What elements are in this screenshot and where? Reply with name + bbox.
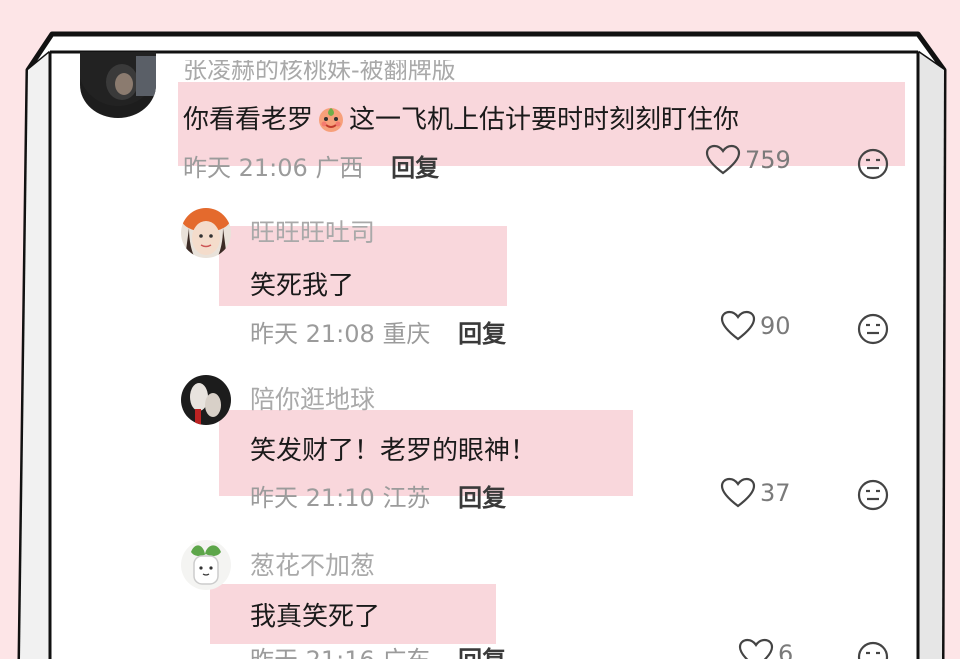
- comment-text-part: 你看看老罗: [183, 105, 314, 135]
- comic-panel-stage: 张凌赫的核桃妹-被翻牌版 你看看老罗 这一飞机上估计要时时刻刻盯住你 昨天 21:…: [0, 0, 960, 659]
- heart-icon: [720, 477, 756, 508]
- comment-location: 广东: [382, 646, 430, 659]
- comment-meta: 昨天 21:08 重庆 回复: [250, 314, 506, 349]
- heart-icon: [738, 638, 774, 659]
- comment-time: 昨天 21:08: [250, 320, 375, 348]
- comment-meta: 昨天 21:16 广东 回复: [250, 640, 506, 659]
- avatar[interactable]: [181, 375, 231, 425]
- comment-text-part: 这一飞机上估计要时时刻刻盯住你: [349, 105, 740, 135]
- like-button[interactable]: 759: [705, 144, 791, 176]
- meh-face-icon: [857, 313, 889, 345]
- comment-text: 你看看老罗 这一飞机上估计要时时刻刻盯住你: [183, 99, 739, 136]
- comment-text: 笑发财了！老罗的眼神！: [250, 436, 537, 466]
- avatar[interactable]: [80, 52, 156, 118]
- like-count: 90: [760, 312, 791, 340]
- reply-button[interactable]: 回复: [458, 646, 506, 659]
- reply-button[interactable]: 回复: [458, 484, 506, 512]
- comment-username[interactable]: 葱花不加葱: [250, 546, 375, 582]
- dislike-button[interactable]: [856, 312, 890, 346]
- meh-face-icon: [857, 479, 889, 511]
- avatar[interactable]: [181, 540, 231, 590]
- comment-time: 昨天 21:16: [250, 646, 375, 659]
- like-button[interactable]: 6: [738, 638, 793, 659]
- reply-button[interactable]: 回复: [391, 154, 439, 182]
- comment-username[interactable]: 旺旺旺吐司: [250, 213, 375, 249]
- meh-face-icon: [857, 148, 889, 180]
- comment-text: 我真笑死了: [250, 602, 381, 632]
- like-count: 759: [745, 146, 791, 174]
- like-count: 37: [760, 479, 791, 507]
- like-count: 6: [778, 640, 794, 659]
- like-button[interactable]: 90: [720, 310, 791, 342]
- dislike-button[interactable]: [856, 640, 890, 659]
- meh-face-icon: [857, 641, 889, 659]
- comment-username[interactable]: 陪你逛地球: [250, 380, 375, 416]
- comment-location: 江苏: [382, 484, 431, 512]
- avatar[interactable]: [181, 208, 231, 258]
- comment-text: 笑死我了: [250, 271, 355, 301]
- peach-face-emoji-icon: [317, 105, 345, 133]
- dislike-button[interactable]: [856, 478, 890, 512]
- heart-icon: [705, 144, 741, 175]
- comment-location: 重庆: [382, 320, 431, 348]
- reply-button[interactable]: 回复: [458, 320, 506, 348]
- comment-meta: 昨天 21:10 江苏 回复: [250, 478, 506, 513]
- comment-meta: 昨天 21:06 广西 回复: [183, 148, 439, 183]
- heart-icon: [720, 310, 756, 341]
- comment-time: 昨天 21:06: [183, 154, 308, 182]
- dislike-button[interactable]: [856, 147, 890, 181]
- comment-location: 广西: [315, 154, 364, 182]
- comment-time: 昨天 21:10: [250, 484, 375, 512]
- like-button[interactable]: 37: [720, 477, 791, 509]
